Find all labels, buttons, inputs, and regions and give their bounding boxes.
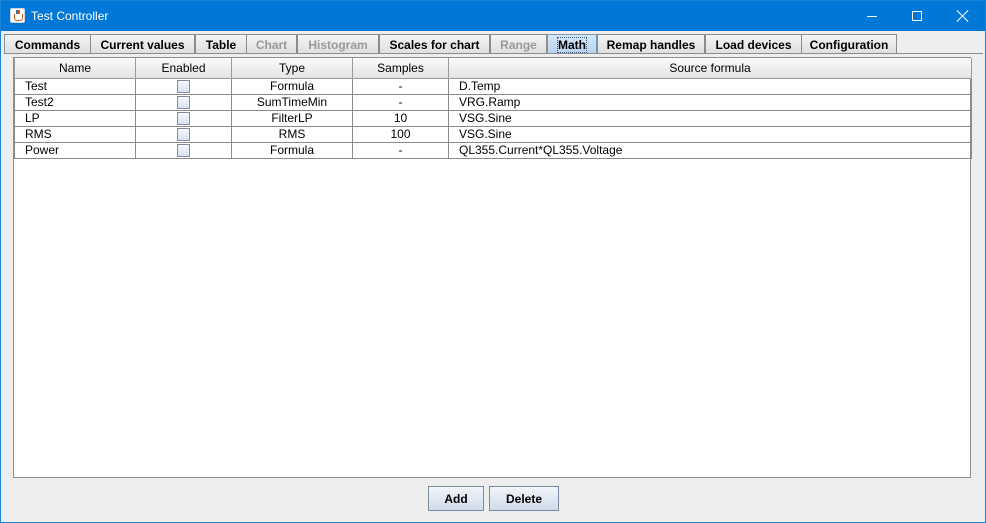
tab-label: Commands [14,37,81,52]
math-table-scrollpane[interactable]: Name Enabled Type Samples Source formula… [13,57,972,478]
title-bar[interactable]: Test Controller [1,1,985,31]
tab-label: Current values [100,37,185,52]
tab-chart: Chart [246,34,297,54]
column-header-name[interactable]: Name [14,58,136,79]
tab-label: Range [500,37,537,52]
cell-enabled[interactable] [135,141,232,159]
tab-label: Histogram [308,37,368,52]
enabled-checkbox[interactable] [177,127,190,141]
table-header-row: Name Enabled Type Samples Source formula [14,58,972,79]
enabled-checkbox[interactable] [177,111,190,125]
cell-source-formula[interactable]: QL355.Current*QL355.Voltage [448,141,972,159]
tab-label: Chart [255,37,288,52]
table-row[interactable]: RMS RMS 100 VSG.Sine [14,125,972,143]
cell-type[interactable]: Formula [231,77,353,95]
cell-name[interactable]: Test [14,77,136,95]
tab-label: Load devices [715,37,792,52]
tab-commands[interactable]: Commands [4,34,91,54]
java-cup-icon [10,8,25,23]
cell-type[interactable]: SumTimeMin [231,93,353,111]
tab-current-values[interactable]: Current values [90,34,195,54]
cell-name[interactable]: Test2 [14,93,136,111]
enabled-checkbox[interactable] [177,95,190,109]
column-header-type[interactable]: Type [231,58,353,79]
cell-type[interactable]: RMS [231,125,353,143]
cell-name[interactable]: LP [14,109,136,127]
tab-scales-for-chart[interactable]: Scales for chart [379,34,490,54]
column-header-enabled[interactable]: Enabled [135,58,232,79]
tab-remap-handles[interactable]: Remap handles [597,34,705,54]
cell-samples[interactable]: - [352,93,449,111]
tab-label: Remap handles [606,37,696,52]
cell-enabled[interactable] [135,77,232,95]
tab-label[interactable]: Scales for chart [389,38,479,52]
table-row[interactable]: Test Formula - D.Temp [14,77,972,95]
maximize-icon [912,11,922,21]
tab-range: Range [490,34,547,54]
table-row[interactable]: Power Formula - QL355.Current*QL355.Volt… [14,141,972,159]
cell-enabled[interactable] [135,109,232,127]
tab-label: Table [205,37,237,52]
minimize-icon [867,15,877,17]
tab-math[interactable]: Math [547,34,597,54]
add-button[interactable]: Add [428,486,484,511]
tab-configuration[interactable]: Configuration [801,34,897,54]
minimize-button[interactable] [849,1,895,31]
maximize-button[interactable] [894,1,940,31]
table-row[interactable]: Test2 SumTimeMin - VRG.Ramp [14,93,972,111]
tab-histogram: Histogram [297,34,379,54]
math-table: Name Enabled Type Samples Source formula… [14,58,972,159]
column-header-samples[interactable]: Samples [352,58,449,79]
cell-enabled[interactable] [135,93,232,111]
close-icon [957,10,969,22]
delete-button[interactable]: Delete [489,486,559,511]
tab-bar: Commands Current values Table Chart Hist… [1,31,985,54]
cell-name[interactable]: Power [14,141,136,159]
cell-samples[interactable]: 10 [352,109,449,127]
cell-samples[interactable]: 100 [352,125,449,143]
cell-name[interactable]: RMS [14,125,136,143]
cell-source-formula[interactable]: VRG.Ramp [448,93,972,111]
cell-source-formula[interactable]: VSG.Sine [448,125,972,143]
cell-source-formula[interactable]: VSG.Sine [448,109,972,127]
table-row[interactable]: LP FilterLP 10 VSG.Sine [14,109,972,127]
cell-samples[interactable]: - [352,141,449,159]
tab-label: Configuration [809,37,889,52]
tab-load-devices[interactable]: Load devices [705,34,802,54]
enabled-checkbox[interactable] [177,143,190,157]
enabled-checkbox[interactable] [177,79,190,93]
tab-label: Math [557,36,587,53]
column-header-source-formula[interactable]: Source formula [448,58,972,79]
window-title: Test Controller [31,9,109,23]
cell-type[interactable]: FilterLP [231,109,353,127]
cell-type[interactable]: Formula [231,141,353,159]
cell-samples[interactable]: - [352,77,449,95]
cell-source-formula[interactable]: D.Temp [448,77,972,95]
app-window: Test Controller Commands Current values … [0,0,986,523]
close-button[interactable] [940,1,986,31]
tab-table[interactable]: Table [195,34,247,54]
cell-enabled[interactable] [135,125,232,143]
